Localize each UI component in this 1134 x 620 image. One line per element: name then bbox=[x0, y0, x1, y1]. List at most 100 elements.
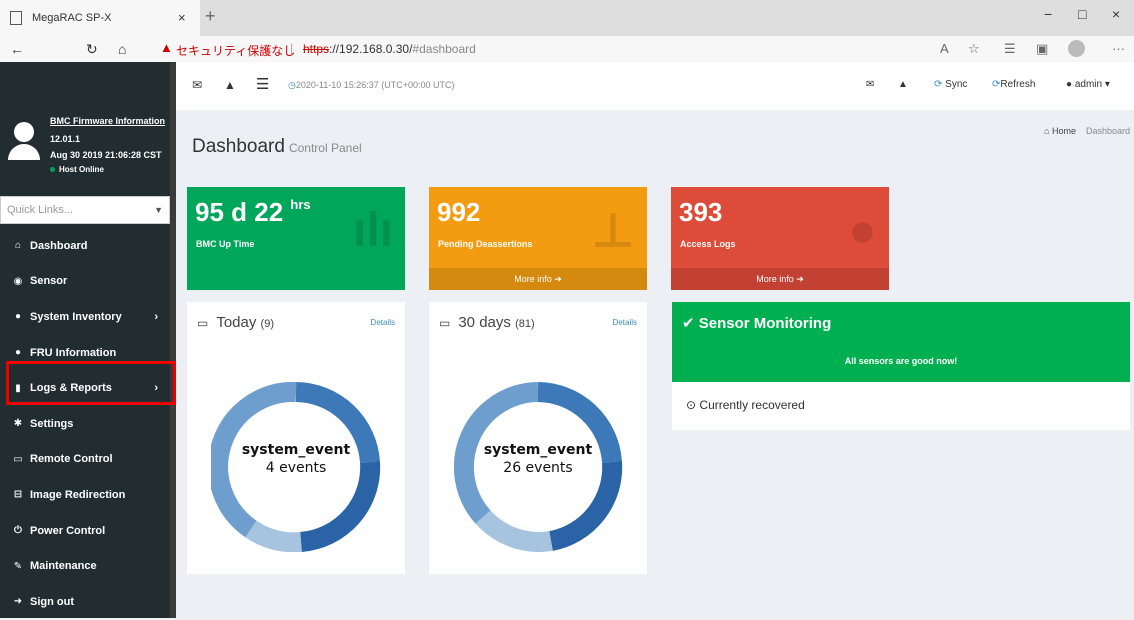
today-event-type: system_event bbox=[241, 442, 351, 458]
today-panel: ▭ Today (9) Details system_event 4 events bbox=[187, 302, 405, 574]
back-icon[interactable]: ← bbox=[10, 41, 24, 57]
breadcrumb: ⌂ Home Dashboard bbox=[1044, 126, 1130, 136]
sidebar-item-sign-out[interactable]: ➜ Sign out bbox=[0, 584, 170, 620]
home-icon: ⌂ bbox=[14, 240, 22, 252]
warning-icon: ▲ bbox=[160, 40, 173, 55]
browser-tab-bar: MegaRAC SP-X × + − □ × bbox=[0, 0, 1134, 36]
deassertions-value: 992 bbox=[437, 197, 481, 227]
main-content: Dashboard Control Panel ⌂ Home Dashboard ı… bbox=[176, 110, 1134, 618]
minimize-button[interactable]: − bbox=[1044, 6, 1052, 22]
url-path: #dashboard bbox=[412, 42, 476, 56]
pushpin-icon: ⊥ bbox=[591, 205, 635, 258]
today-details-link[interactable]: Details bbox=[371, 318, 395, 327]
sidebar-item-maintenance[interactable]: ✎ Maintenance bbox=[0, 548, 170, 584]
sidebar-item-system-inventory[interactable]: ● System Inventory › bbox=[0, 299, 170, 335]
sidebar-item-label: Sensor bbox=[30, 275, 68, 288]
browser-tab[interactable]: MegaRAC SP-X × bbox=[0, 0, 200, 36]
month-donut-label: system_event 26 events bbox=[478, 442, 598, 476]
menu-toggle-icon[interactable]: ☰ bbox=[256, 75, 269, 93]
breadcrumb-home[interactable]: ⌂ Home bbox=[1044, 126, 1076, 136]
sidebar-item-power-control[interactable]: ⏻ Power Control bbox=[0, 513, 170, 549]
sensor-header: ✔ Sensor Monitoring All sensors are good… bbox=[672, 302, 1130, 382]
home-icon[interactable]: ⌂ bbox=[118, 41, 126, 57]
page-icon bbox=[10, 11, 22, 25]
maximize-button[interactable]: □ bbox=[1078, 6, 1086, 22]
today-title: ▭ Today (9) bbox=[197, 314, 274, 331]
arrow-circle-icon: ➜ bbox=[554, 274, 562, 284]
sidebar-item-dashboard[interactable]: ⌂ Dashboard bbox=[0, 228, 170, 264]
more-icon[interactable]: ··· bbox=[1112, 41, 1125, 56]
address-bar: ← ↻ ⌂ ▲ セキュリティ保護なし | https://192.168.0.3… bbox=[0, 36, 1134, 62]
collections-icon[interactable]: ▣ bbox=[1036, 41, 1048, 57]
access-logs-value: 393 bbox=[679, 197, 723, 227]
clock-icon: ◷ bbox=[288, 80, 296, 90]
page-title: Dashboard Control Panel bbox=[192, 136, 362, 157]
sensor-recovered: ⊙ Currently recovered bbox=[686, 398, 805, 412]
favorite-icon[interactable]: ☆ bbox=[968, 41, 980, 57]
sidebar-item-label: Sign out bbox=[30, 595, 74, 608]
address-separator: | bbox=[290, 41, 294, 55]
sidebar-item-label: System Inventory bbox=[30, 310, 122, 323]
today-donut-label: system_event 4 events bbox=[236, 442, 356, 476]
sensor-message: All sensors are good now! bbox=[844, 356, 958, 366]
sidebar-item-label: Maintenance bbox=[30, 560, 97, 573]
user-panel: BMC Firmware Information 12.01.1 Aug 30 … bbox=[0, 102, 170, 197]
refresh-icon[interactable]: ↻ bbox=[86, 41, 98, 58]
month-panel: ▭ 30 days (81) Details system_event 26 ev… bbox=[429, 302, 647, 574]
url-protocol: https bbox=[303, 42, 330, 56]
sidebar-item-label: Dashboard bbox=[30, 239, 88, 252]
info-icon: ● bbox=[14, 311, 22, 323]
access-logs-label: Access Logs bbox=[680, 239, 736, 249]
sidebar-item-settings[interactable]: ✱ Settings bbox=[0, 406, 170, 442]
security-warning[interactable]: セキュリティ保護なし bbox=[176, 42, 295, 59]
quick-links-select[interactable]: Quick Links... ▼ bbox=[0, 196, 170, 224]
monitor-icon: ▭ bbox=[13, 453, 23, 465]
new-tab-button[interactable]: + bbox=[205, 6, 216, 27]
deassertions-label: Pending Deassertions bbox=[438, 239, 533, 249]
quick-links-placeholder: Quick Links... bbox=[7, 204, 74, 216]
inbox-icon: ▭ bbox=[197, 316, 209, 330]
access-logs-more-info[interactable]: More info ➜ bbox=[671, 268, 889, 290]
refresh-button[interactable]: ⟳Refresh bbox=[992, 79, 1035, 90]
sensor-icon: ◉ bbox=[13, 275, 23, 287]
warning-icon[interactable]: ▲ bbox=[224, 78, 236, 92]
sync-button[interactable]: ⟳ Sync bbox=[934, 79, 967, 90]
uptime-value: 95 d 22 hrs bbox=[195, 197, 311, 227]
status-dot-icon bbox=[50, 167, 55, 173]
user-icon bbox=[8, 122, 40, 160]
uptime-label: BMC Up Time bbox=[196, 239, 255, 249]
sidebar-item-image-redirection[interactable]: ⊟ Image Redirection bbox=[0, 477, 170, 513]
warning-icon[interactable]: ▲ bbox=[898, 79, 908, 90]
highlight-box bbox=[6, 361, 176, 405]
close-window-button[interactable]: × bbox=[1112, 6, 1120, 22]
user-icon: ● bbox=[1066, 79, 1073, 90]
firmware-info-link[interactable]: BMC Firmware Information bbox=[50, 116, 165, 126]
app-header: ✉ ▲ ☰ ◷2020-11-10 15:26:37 (UTC+00:00 UT… bbox=[176, 62, 1134, 110]
disk-icon: ⊟ bbox=[13, 489, 23, 501]
favorites-list-icon[interactable]: ☰ bbox=[1004, 41, 1016, 57]
url-host: ://192.168.0.30/ bbox=[329, 42, 413, 56]
access-logs-box: ● 393 Access Logs More info ➜ bbox=[671, 187, 889, 290]
tab-close-button[interactable]: × bbox=[178, 10, 186, 25]
host-status: Host Online bbox=[50, 165, 104, 174]
sidebar-item-label: FRU Information bbox=[30, 346, 117, 359]
month-event-count: 26 events bbox=[503, 460, 573, 476]
envelope-icon[interactable]: ✉ bbox=[866, 79, 874, 90]
sidebar-item-sensor[interactable]: ◉ Sensor bbox=[0, 264, 170, 300]
sensor-title: ✔ Sensor Monitoring bbox=[682, 315, 832, 332]
signout-icon: ➜ bbox=[13, 596, 23, 608]
user-silhouette-icon: ● bbox=[848, 204, 877, 257]
firmware-version: 12.01.1 bbox=[50, 134, 81, 144]
deassertions-more-info[interactable]: More info ➜ bbox=[429, 268, 647, 290]
user-menu[interactable]: ● admin ▾ bbox=[1066, 79, 1110, 90]
envelope-icon[interactable]: ✉ bbox=[192, 78, 202, 92]
sidebar-item-label: Power Control bbox=[30, 524, 106, 537]
today-event-count: 4 events bbox=[265, 460, 327, 476]
read-aloud-icon[interactable]: A bbox=[940, 41, 949, 56]
profile-icon[interactable] bbox=[1068, 40, 1085, 57]
chevron-right-icon: › bbox=[154, 310, 158, 323]
sidebar-item-remote-control[interactable]: ▭ Remote Control bbox=[0, 442, 170, 478]
firmware-date: Aug 30 2019 21:06:28 CST bbox=[50, 150, 162, 160]
month-details-link[interactable]: Details bbox=[613, 318, 637, 327]
url-field[interactable]: https://192.168.0.30/#dashboard bbox=[303, 42, 476, 56]
